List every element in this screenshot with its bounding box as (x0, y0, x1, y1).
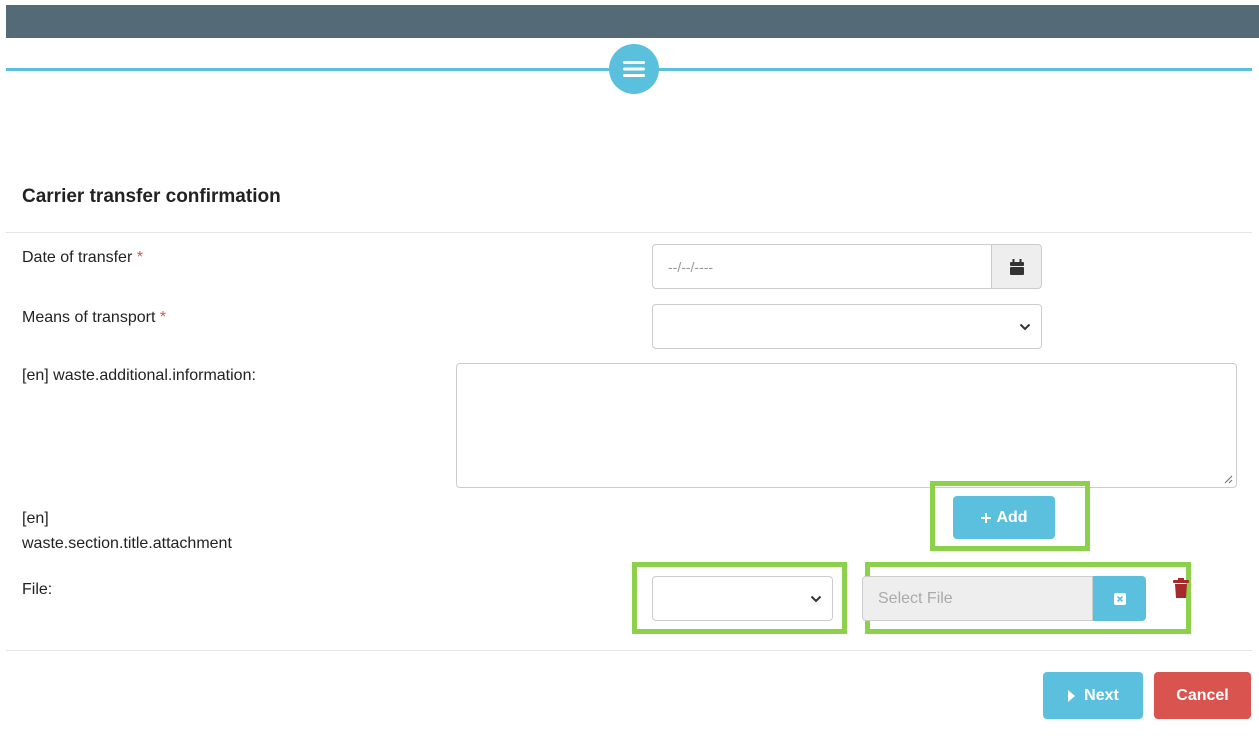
means-of-transport-label-text: Means of transport (22, 309, 156, 326)
attachment-label-line2: waste.section.title.attachment (22, 535, 232, 552)
required-marker: * (136, 249, 143, 266)
select-file-input[interactable]: Select File (862, 576, 1093, 621)
attachment-section-label: [en] waste.section.title.attachment (22, 508, 232, 555)
date-placeholder: --/--/---- (668, 258, 714, 275)
add-attachment-button[interactable]: Add (953, 496, 1055, 539)
file-type-select[interactable] (652, 576, 833, 621)
calendar-button[interactable] (991, 244, 1042, 289)
clear-file-button[interactable] (1093, 576, 1146, 621)
menu-toggle-button[interactable] (609, 44, 659, 94)
clear-icon (1113, 592, 1126, 605)
resize-handle-icon[interactable] (1224, 475, 1233, 484)
required-marker: * (159, 309, 167, 326)
chevron-down-icon (810, 595, 822, 602)
date-of-transfer-label-text: Date of transfer (22, 249, 133, 266)
top-header-bar (6, 5, 1259, 38)
plus-icon (981, 512, 992, 523)
section-divider (6, 232, 1252, 233)
section-title: Carrier transfer confirmation (22, 186, 281, 207)
next-button-label: Next (1084, 686, 1119, 704)
chevron-down-icon (1019, 323, 1031, 330)
means-of-transport-label: Means of transport * (22, 307, 166, 329)
delete-file-button[interactable] (1173, 578, 1189, 603)
date-of-transfer-label: Date of transfer * (22, 247, 143, 269)
caret-right-icon (1068, 689, 1076, 702)
additional-info-label: [en] waste.additional.information: (22, 367, 256, 384)
date-of-transfer-input[interactable]: --/--/---- (652, 244, 992, 289)
trash-icon (1173, 578, 1189, 598)
hamburger-icon (623, 61, 645, 77)
additional-info-textarea[interactable] (456, 363, 1237, 488)
select-file-placeholder: Select File (878, 589, 953, 607)
cancel-button-label: Cancel (1176, 686, 1229, 704)
calendar-icon (1009, 258, 1024, 275)
file-label: File: (22, 581, 53, 598)
add-button-label: Add (996, 508, 1028, 526)
footer-divider (6, 650, 1252, 651)
next-button[interactable]: Next (1043, 672, 1143, 719)
cancel-button[interactable]: Cancel (1154, 672, 1251, 719)
attachment-label-line1: [en] (22, 510, 49, 527)
means-of-transport-select[interactable] (652, 304, 1042, 349)
